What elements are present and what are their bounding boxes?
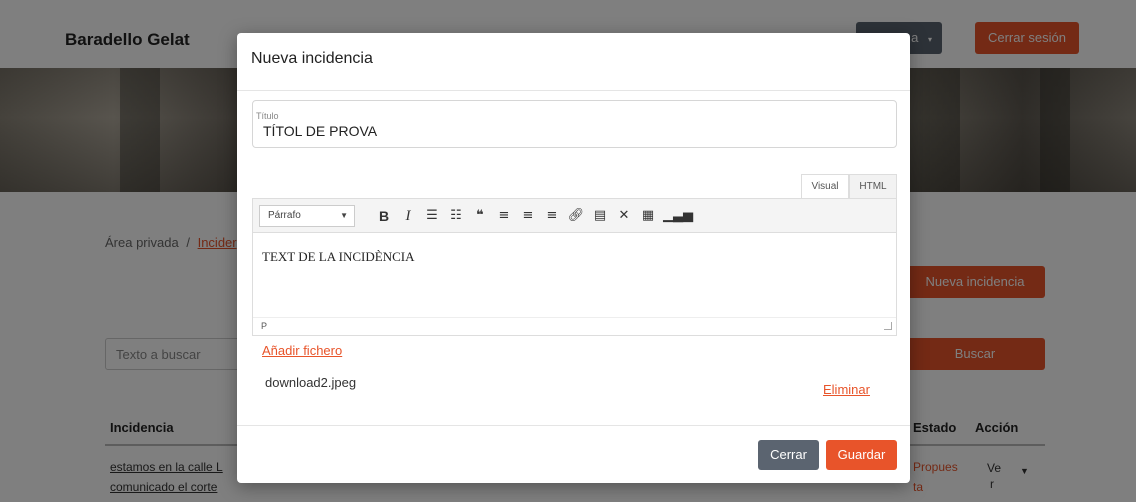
format-select-value: Párrafo bbox=[268, 210, 301, 221]
fullscreen-icon[interactable]: ✕ bbox=[615, 207, 633, 225]
add-file-link[interactable]: Añadir fichero bbox=[262, 343, 342, 358]
modal-footer-divider bbox=[237, 425, 910, 426]
toolbar-toggle-icon[interactable]: ▦ bbox=[639, 207, 657, 225]
element-path: P bbox=[261, 321, 268, 331]
align-right-icon[interactable]: ≡ bbox=[543, 207, 561, 225]
tab-html[interactable]: HTML bbox=[849, 174, 897, 198]
bullet-list-icon[interactable]: ☰ bbox=[423, 207, 441, 225]
align-left-icon[interactable]: ≡ bbox=[495, 207, 513, 225]
close-button[interactable]: Cerrar bbox=[758, 440, 819, 470]
italic-icon[interactable]: I bbox=[399, 207, 417, 225]
editor-toolbar: Párrafo ▼ B I ☰ ☷ ❝ ≡ ≡ ≡ 🔗︎ ▤ ✕ ▦ ▁▃▅ bbox=[253, 199, 896, 233]
delete-file-link[interactable]: Eliminar bbox=[823, 382, 870, 397]
modal-title: Nueva incidencia bbox=[251, 50, 373, 67]
numbered-list-icon[interactable]: ☷ bbox=[447, 207, 465, 225]
chart-icon[interactable]: ▁▃▅ bbox=[663, 207, 693, 225]
caret-down-icon: ▼ bbox=[340, 211, 348, 220]
title-field[interactable]: Título TÍTOL DE PROVA bbox=[252, 100, 897, 148]
read-more-icon[interactable]: ▤ bbox=[591, 207, 609, 225]
title-field-value: TÍTOL DE PROVA bbox=[263, 123, 378, 139]
paragraph-format-select[interactable]: Párrafo ▼ bbox=[259, 205, 355, 227]
title-field-label: Título bbox=[256, 111, 279, 121]
blockquote-icon[interactable]: ❝ bbox=[471, 207, 489, 225]
save-button[interactable]: Guardar bbox=[826, 440, 897, 470]
link-icon[interactable]: 🔗︎ bbox=[567, 207, 585, 225]
editor-statusbar: P bbox=[253, 317, 896, 335]
modal-header-divider bbox=[237, 90, 910, 91]
align-center-icon[interactable]: ≡ bbox=[519, 207, 537, 225]
tab-visual[interactable]: Visual bbox=[801, 174, 849, 198]
editor-content[interactable]: TEXT DE LA INCIDÈNCIA bbox=[262, 249, 415, 265]
new-incident-modal: Nueva incidencia Título TÍTOL DE PROVA V… bbox=[237, 33, 910, 483]
resize-handle-icon[interactable] bbox=[884, 322, 892, 330]
bold-icon[interactable]: B bbox=[375, 207, 393, 225]
rich-text-editor: Párrafo ▼ B I ☰ ☷ ❝ ≡ ≡ ≡ 🔗︎ ▤ ✕ ▦ ▁▃▅ T… bbox=[252, 198, 897, 336]
attached-file-name: download2.jpeg bbox=[265, 375, 357, 390]
